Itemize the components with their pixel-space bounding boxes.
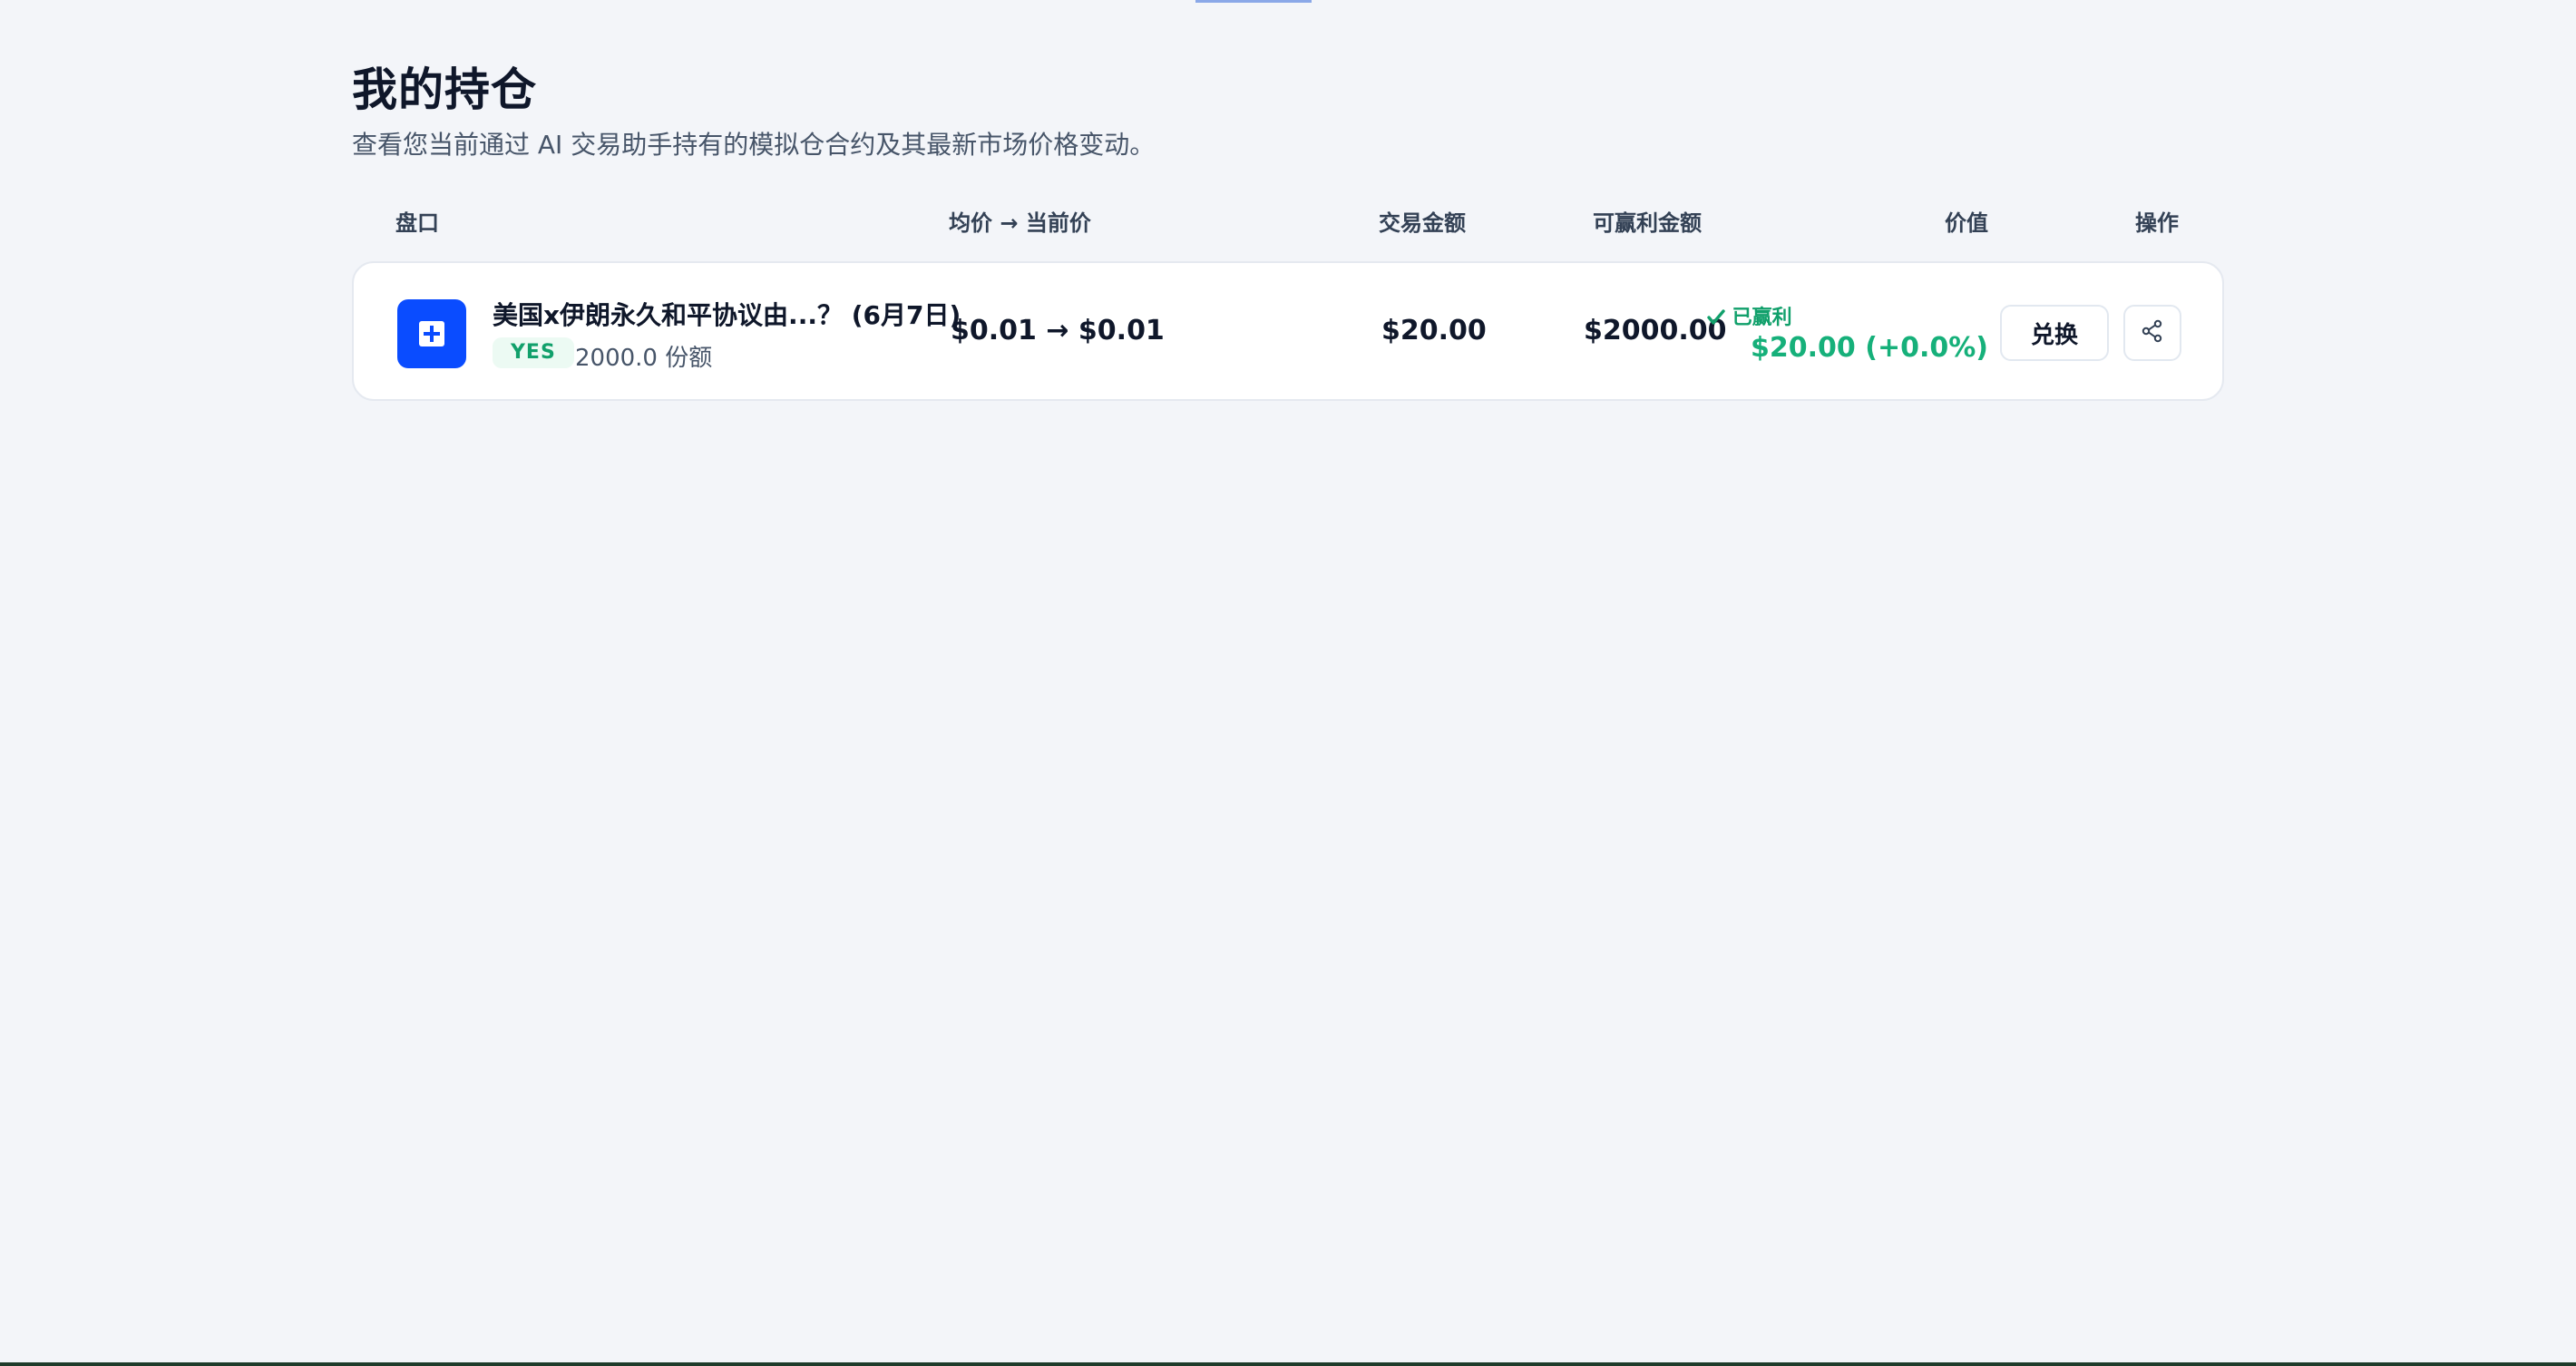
column-header-amount: 交易金额 <box>1379 210 1466 236</box>
column-header-value: 价值 <box>1945 210 1988 236</box>
position-row[interactable]: 美国x伊朗永久和平协议由...？ (6月7日) YES 2000.0 份额 $0… <box>352 261 2224 401</box>
market-title[interactable]: 美国x伊朗永久和平协议由...？ (6月7日) <box>493 296 961 332</box>
page-title: 我的持仓 <box>352 63 537 116</box>
column-header-payout: 可赢利金额 <box>1593 210 1702 236</box>
won-status-badge: 已赢利 <box>1707 301 1792 330</box>
positions-page: 我的持仓 查看您当前通过 AI 交易助手持有的模拟仓合约及其最新市场价格变动。 … <box>352 60 2224 401</box>
window-frame-bottom <box>0 1362 2576 1366</box>
top-tab-indicator <box>1195 0 1312 3</box>
table-header: 盘口 均价 → 当前价 交易金额 可赢利金额 价值 操作 <box>352 198 2224 243</box>
price-cell: $0.01 → $0.01 <box>951 315 1165 346</box>
share-icon <box>2140 318 2165 347</box>
outcome-badge: YES <box>493 337 574 368</box>
shares-count: 2000.0 份额 <box>575 345 713 372</box>
value-cell: $20.00 (+0.0%) <box>1751 332 1988 364</box>
column-header-actions: 操作 <box>2135 210 2179 236</box>
check-icon <box>1707 307 1732 329</box>
won-status-label: 已赢利 <box>1732 307 1792 329</box>
column-header-price: 均价 → 当前价 <box>949 210 1091 236</box>
plus-square-icon <box>397 299 466 368</box>
share-button[interactable] <box>2123 305 2181 361</box>
redeem-button[interactable]: 兑换 <box>2000 305 2109 361</box>
payout-cell: $2000.00 <box>1584 315 1727 346</box>
page-subtitle: 查看您当前通过 AI 交易助手持有的模拟仓合约及其最新市场价格变动。 <box>352 130 1156 160</box>
amount-cell: $20.00 <box>1381 315 1487 346</box>
column-header-market: 盘口 <box>395 210 439 236</box>
